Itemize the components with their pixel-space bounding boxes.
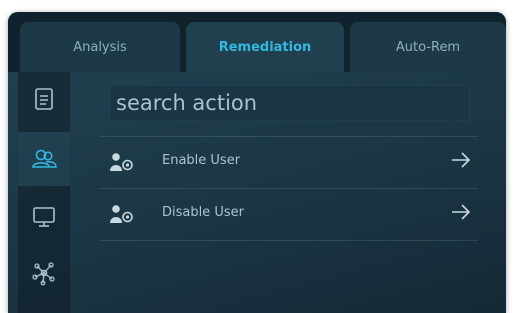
tab-analysis-label: Analysis bbox=[73, 39, 127, 55]
tab-remediation-label: Remediation bbox=[218, 39, 312, 55]
action-disable-user[interactable]: Disable User bbox=[100, 190, 478, 240]
tab-auto-rem[interactable]: Auto-Rem bbox=[350, 22, 506, 72]
user-toggle-icon bbox=[110, 153, 133, 171]
search-input[interactable] bbox=[110, 85, 470, 121]
action-enable-user[interactable]: Enable User bbox=[100, 138, 478, 188]
user-toggle-icon bbox=[110, 205, 133, 223]
content-area: Enable User Disable User bbox=[8, 72, 506, 313]
sidebar bbox=[18, 72, 70, 313]
arrow-right-icon bbox=[452, 204, 471, 220]
sidebar-item-monitor[interactable] bbox=[18, 190, 70, 244]
monitor-icon bbox=[33, 207, 55, 227]
network-icon bbox=[32, 262, 55, 286]
tab-remediation[interactable]: Remediation bbox=[186, 22, 344, 72]
users-icon bbox=[32, 149, 57, 168]
sidebar-item-network[interactable] bbox=[18, 246, 70, 300]
remediation-panel: Analysis Remediation Auto-Rem search act… bbox=[8, 12, 506, 313]
document-icon bbox=[35, 88, 53, 110]
divider bbox=[100, 188, 478, 189]
tab-bar: Analysis Remediation Auto-Rem bbox=[8, 12, 506, 72]
action-label: Disable User bbox=[162, 205, 244, 220]
tab-analysis[interactable]: Analysis bbox=[20, 22, 180, 72]
tab-auto-rem-label: Auto-Rem bbox=[395, 39, 461, 55]
arrow-right-icon bbox=[452, 152, 471, 168]
sidebar-item-document[interactable] bbox=[18, 72, 70, 126]
divider bbox=[100, 240, 478, 241]
action-label: Enable User bbox=[162, 153, 241, 168]
divider bbox=[100, 136, 478, 137]
sidebar-item-users[interactable] bbox=[18, 132, 70, 186]
